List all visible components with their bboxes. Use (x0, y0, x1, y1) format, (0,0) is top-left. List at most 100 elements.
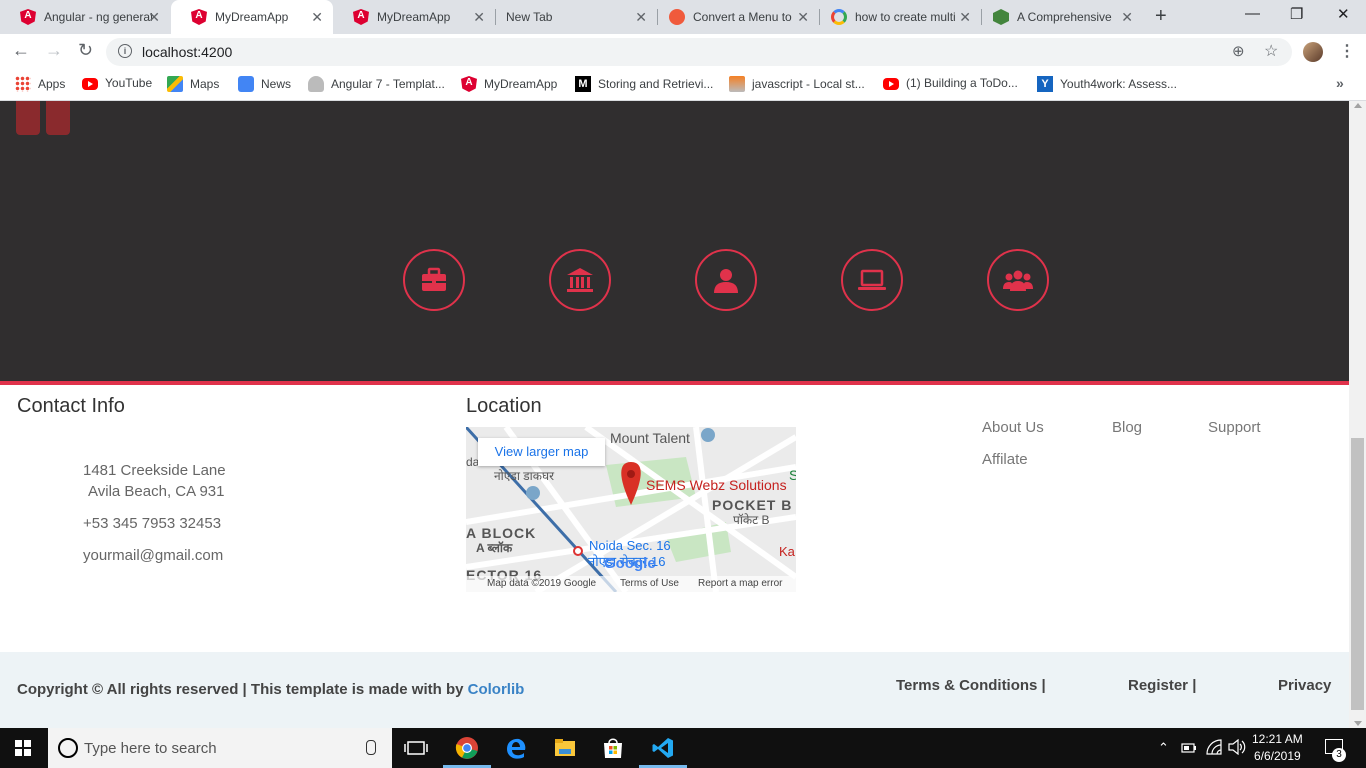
close-icon[interactable]: ✕ (1121, 9, 1133, 26)
terms-link[interactable]: Terms & Conditions | (896, 677, 1046, 694)
taskbar-search-box[interactable]: Type here to search (48, 728, 392, 768)
scroll-down-icon[interactable] (1354, 721, 1362, 726)
map-label: Noida Sec. 16 (589, 538, 671, 553)
restore-button[interactable]: ❐ (1290, 5, 1303, 23)
terms-of-use-link[interactable]: Terms of Use (620, 578, 679, 589)
omnibox[interactable]: i localhost:4200 ⊕ ☆ (106, 38, 1292, 66)
scroll-thumb[interactable] (1351, 438, 1364, 710)
map-label: नोएडा डाकघर (494, 469, 555, 483)
tab-angular-ng-generate[interactable]: Angular - ng generate ✕ (0, 0, 170, 34)
tab-title: Convert a Menu to (693, 10, 792, 24)
close-icon[interactable]: ✕ (635, 9, 647, 26)
profile-avatar[interactable] (1303, 42, 1323, 62)
more-menu-icon[interactable]: ⋮ (1339, 41, 1355, 61)
briefcase-icon[interactable] (403, 249, 465, 311)
wifi-icon[interactable] (1206, 739, 1222, 755)
tab-comprehensive[interactable]: A Comprehensive ✕ (981, 0, 1143, 34)
windows-start-icon[interactable] (15, 740, 31, 756)
battery-icon[interactable] (1181, 742, 1197, 754)
tab-title: New Tab (506, 10, 553, 24)
bookmark-youtube[interactable]: YouTube (82, 76, 152, 90)
bookmark-mydreamapp[interactable]: MyDreamApp (461, 76, 557, 92)
privacy-link[interactable]: Privacy (1278, 677, 1331, 694)
url-text[interactable]: localhost:4200 (142, 44, 232, 60)
register-link[interactable]: Register | (1128, 677, 1196, 694)
bookmark-storing[interactable]: M Storing and Retrievi... (575, 76, 713, 92)
user-icon[interactable] (695, 249, 757, 311)
bank-icon[interactable] (549, 249, 611, 311)
tab-mydreamapp-active[interactable]: MyDreamApp ✕ (171, 0, 333, 34)
edge-icon[interactable] (504, 736, 528, 760)
tab-title: MyDreamApp (215, 10, 289, 24)
bookmark-todo[interactable]: (1) Building a ToDo... (883, 76, 1018, 90)
new-tab-button[interactable]: + (1155, 5, 1167, 28)
show-hidden-icons[interactable]: ⌃ (1158, 740, 1169, 756)
users-icon[interactable] (987, 249, 1049, 311)
notification-count-badge: 3 (1332, 748, 1346, 762)
bookmark-youth4work[interactable]: Y Youth4work: Assess... (1037, 76, 1177, 92)
vscode-icon[interactable] (651, 736, 675, 760)
report-map-error-link[interactable]: Report a map error (698, 578, 782, 589)
map-label: Mount Talent (610, 430, 690, 446)
bookmark-label: Angular 7 - Templat... (331, 77, 445, 91)
bookmark-javascript[interactable]: javascript - Local st... (729, 76, 865, 92)
support-link[interactable]: Support (1208, 419, 1261, 436)
google-icon (831, 9, 847, 25)
tab-mydreamapp[interactable]: MyDreamApp ✕ (333, 0, 495, 34)
info-icon[interactable]: i (118, 44, 132, 58)
location-heading: Location (466, 395, 542, 417)
laptop-icon[interactable] (841, 249, 903, 311)
minimize-button[interactable]: — (1245, 5, 1260, 22)
angular-icon (191, 9, 207, 25)
page-viewport: Contact Info 1481 Creekside Lane Avila B… (0, 101, 1349, 728)
close-icon[interactable]: ✕ (473, 9, 485, 26)
bookmark-maps[interactable]: Maps (167, 76, 219, 92)
system-clock[interactable]: 12:21 AM 6/6/2019 (1252, 731, 1303, 765)
tab-strip: Angular - ng generate ✕ MyDreamApp ✕ MyD… (0, 0, 1366, 34)
google-logo: Google (604, 555, 656, 572)
tab-title: Angular - ng generate (44, 10, 152, 24)
close-icon[interactable]: ✕ (311, 9, 323, 26)
colorlib-link[interactable]: Colorlib (468, 681, 525, 698)
scroll-up-icon[interactable] (1354, 103, 1362, 108)
forward-button[interactable]: → (45, 40, 63, 61)
store-icon[interactable] (601, 736, 625, 760)
close-icon[interactable]: ✕ (959, 9, 971, 26)
map-data-text: Map data ©2019 Google (487, 578, 597, 589)
bookmark-news[interactable]: News (238, 76, 291, 92)
youtube-icon (82, 78, 98, 90)
file-explorer-icon[interactable] (553, 736, 577, 760)
task-view-icon[interactable] (404, 736, 428, 760)
bookmarks-overflow-icon[interactable]: » (1336, 75, 1344, 91)
volume-icon[interactable] (1228, 739, 1246, 755)
microphone-icon[interactable] (366, 740, 376, 755)
close-icon[interactable]: ✕ (148, 9, 160, 26)
affiliate-link[interactable]: Affilate (982, 451, 1028, 468)
close-icon[interactable]: ✕ (797, 9, 809, 26)
copyright-label: Copyright © All rights reserved | This t… (17, 681, 468, 698)
chrome-icon[interactable] (455, 736, 479, 760)
bookmark-star-icon[interactable]: ☆ (1264, 41, 1278, 61)
tab-convert-menu[interactable]: Convert a Menu to ✕ (657, 0, 819, 34)
map-pin-label[interactable]: SEMS Webz Solutions (646, 477, 787, 493)
tab-title: how to create multi (855, 10, 956, 24)
reload-button[interactable]: ↻ (78, 40, 93, 61)
zoom-icon[interactable]: ⊕ (1232, 42, 1245, 60)
blog-link[interactable]: Blog (1112, 419, 1142, 436)
tab-google-search[interactable]: how to create multi ✕ (819, 0, 981, 34)
stackoverflow-icon (729, 76, 745, 92)
about-us-link[interactable]: About Us (982, 419, 1044, 436)
back-button[interactable]: ← (12, 40, 30, 61)
bookmark-label: YouTube (105, 76, 153, 90)
news-icon (238, 76, 254, 92)
view-larger-map-button[interactable]: View larger map (478, 438, 605, 466)
angular-icon (461, 76, 477, 92)
maps-icon (167, 76, 183, 92)
bookmark-angular7[interactable]: Angular 7 - Templat... (308, 76, 445, 92)
bookmark-apps[interactable]: Apps (15, 76, 65, 92)
window-close-button[interactable]: ✕ (1337, 5, 1350, 23)
page-scrollbar[interactable] (1349, 101, 1366, 728)
google-map[interactable]: Mount Talent da नोएडा डाकघर SEMS Webz So… (466, 427, 796, 592)
bookmark-label: Storing and Retrievi... (598, 77, 714, 91)
tab-new-tab[interactable]: New Tab ✕ (495, 0, 657, 34)
